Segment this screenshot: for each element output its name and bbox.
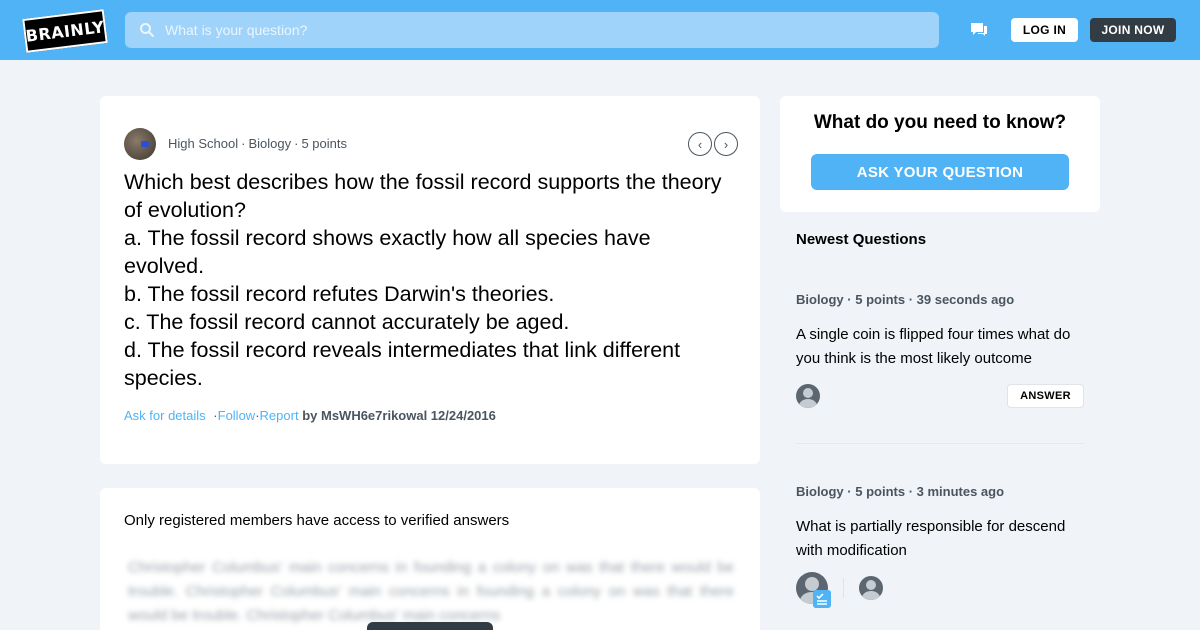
newest-question-subject[interactable]: Biology [796, 484, 844, 499]
newest-questions-heading: Newest Questions [796, 231, 927, 248]
blurred-answer-text: Christopher Columbus' main concerns in f… [128, 559, 734, 624]
report-link[interactable]: Report [260, 408, 299, 423]
newest-question-avatar[interactable] [796, 384, 820, 408]
subject-link[interactable]: Biology [248, 136, 291, 151]
unlock-answer-button[interactable] [367, 622, 493, 630]
follow-link[interactable]: Follow [218, 408, 256, 423]
question-footer: Ask for details ·Follow·Report by MsWH6e… [124, 408, 496, 423]
newest-question-item[interactable]: Biology · 5 points · 3 minutes ago What … [796, 484, 1084, 563]
answer-locked-title: Only registered members have access to v… [124, 512, 510, 529]
search-input[interactable] [165, 22, 865, 38]
newest-question-text[interactable]: A single coin is flipped four times what… [796, 323, 1084, 371]
brainly-logo[interactable]: BRAINLY [22, 9, 108, 53]
login-button[interactable]: LOG IN [1011, 18, 1078, 42]
grade-link[interactable]: High School [168, 136, 238, 151]
ask-question-card: What do you need to know? ASK YOUR QUEST… [780, 96, 1100, 212]
top-bar: BRAINLY LOG IN JOIN NOW [0, 0, 1200, 60]
newest-question-time: 39 seconds ago [916, 292, 1015, 307]
asker-avatar[interactable] [124, 128, 156, 160]
question-nav: ‹ › [688, 132, 738, 156]
question-card: High School · Biology · 5 points ‹ › Which b… [100, 96, 760, 464]
newest-question-text[interactable]: What is partially responsible for descen… [796, 515, 1084, 563]
search-bar[interactable] [125, 12, 939, 48]
newest-question-subject[interactable]: Biology [796, 292, 844, 307]
logo-text: BRAINLY [24, 16, 106, 46]
verified-answer-icon [813, 590, 831, 608]
author-line: by MsWH6e7rikowal 12/24/2016 [302, 408, 496, 423]
newest-question-points: 5 points [855, 292, 906, 307]
question-text: Which best describes how the fossil reco… [124, 170, 722, 390]
newest-question-points: 5 points [855, 484, 906, 499]
divider [796, 443, 1084, 444]
ask-details-link[interactable]: Ask for details [124, 408, 206, 423]
prev-question-button[interactable]: ‹ [688, 132, 712, 156]
newest-question-item[interactable]: Biology · 5 points · 39 seconds ago A si… [796, 292, 1084, 371]
join-now-button[interactable]: JOIN NOW [1090, 18, 1176, 42]
question-meta: High School · Biology · 5 points [168, 136, 347, 151]
newest-question-avatar[interactable] [859, 576, 883, 600]
ask-question-button[interactable]: ASK YOUR QUESTION [811, 154, 1069, 190]
next-question-button[interactable]: › [714, 132, 738, 156]
points-label: 5 points [301, 136, 347, 151]
newest-question-meta: Biology · 5 points · 3 minutes ago [796, 484, 1005, 499]
newest-question-meta: Biology · 5 points · 39 seconds ago [796, 292, 1015, 307]
divider [843, 578, 844, 598]
ask-heading: What do you need to know? [813, 112, 1067, 133]
answer-button[interactable]: ANSWER [1007, 384, 1084, 408]
chat-bubbles-icon[interactable] [969, 20, 989, 40]
search-icon [140, 23, 154, 37]
answer-card: Only registered members have access to v… [100, 488, 760, 630]
newest-question-time: 3 minutes ago [916, 484, 1005, 499]
